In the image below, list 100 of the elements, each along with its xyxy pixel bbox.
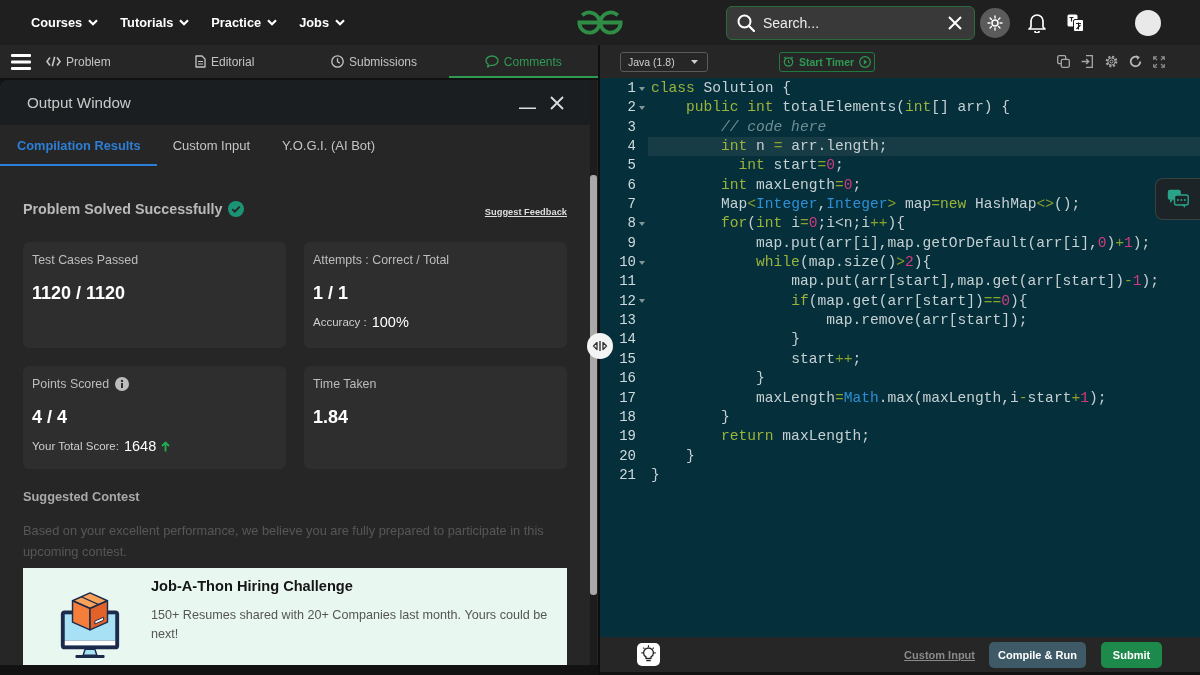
fold-caret-icon[interactable] — [639, 299, 645, 304]
document-icon — [195, 55, 206, 68]
code-line: } — [686, 447, 695, 464]
split-handle-icon[interactable] — [587, 333, 613, 359]
nav-menu[interactable]: Practice — [211, 10, 278, 35]
line-number: 6 — [626, 175, 636, 195]
sun-icon[interactable] — [980, 7, 1010, 38]
code-line: start++; — [791, 350, 862, 367]
fold-caret-icon[interactable] — [639, 260, 645, 265]
chat-bubbles-icon — [1167, 189, 1189, 209]
tab[interactable]: Editorial — [150, 45, 300, 78]
scrollbar[interactable] — [590, 80, 597, 665]
copy-icon[interactable] — [1057, 55, 1070, 68]
compile-run-button[interactable]: Compile & Run — [989, 641, 1086, 668]
avatar[interactable] — [1135, 9, 1161, 36]
fold-caret-icon[interactable] — [639, 222, 645, 227]
stat-value: 4 / 4 — [32, 406, 68, 428]
nav-menu[interactable]: Tutorials — [120, 10, 190, 35]
play-icon — [859, 55, 872, 68]
line-number: 13 — [618, 311, 636, 331]
code-line: class Solution { — [651, 80, 792, 96]
code-line: } — [651, 466, 660, 483]
tab[interactable]: Custom Input — [156, 125, 267, 166]
code-line: } — [721, 408, 730, 425]
search-icon[interactable] — [737, 13, 755, 32]
start-timer-button[interactable]: Start Timer — [779, 51, 875, 72]
menu-icon[interactable] — [11, 53, 31, 70]
expand-icon[interactable] — [1153, 55, 1165, 68]
line-number: 21 — [618, 465, 636, 485]
line-number: 11 — [618, 272, 636, 292]
alarm-clock-icon — [782, 56, 794, 67]
stat-value: 1120 / 1120 — [32, 282, 126, 304]
section-heading: Suggested Contest — [23, 488, 140, 506]
chat-button[interactable] — [1155, 178, 1200, 220]
door-arrow-icon[interactable] — [1081, 55, 1094, 68]
line-number: 3 — [626, 117, 636, 137]
line-number: 10 — [618, 253, 636, 273]
line-number: 2 — [626, 98, 636, 118]
lightbulb-icon[interactable] — [637, 643, 660, 666]
code-line: int n = arr.length; — [721, 138, 888, 155]
tab[interactable]: Comments — [448, 45, 598, 78]
contest-card[interactable]: Job-A-Thon Hiring Challenge 150+ Resumes shared with 20+ Companies last month. Yours could be next! — [23, 568, 567, 665]
contest-description: 150+ Resumes shared with 20+ Companies last month. Yours could be next! — [151, 607, 549, 643]
custom-input-link[interactable]: Custom Input — [904, 648, 975, 661]
logo-icon[interactable] — [574, 10, 626, 35]
line-number: 7 — [626, 195, 636, 215]
nav-menu[interactable]: Jobs — [299, 10, 345, 35]
search-input[interactable]: Search... — [763, 14, 940, 31]
line-number: 15 — [618, 349, 636, 369]
tab[interactable]: Problem — [40, 45, 150, 78]
refresh-icon[interactable] — [1129, 55, 1142, 68]
line-number: 18 — [618, 407, 636, 427]
language-dropdown[interactable]: Java (1.8) — [620, 51, 708, 72]
feedback-link[interactable]: Suggest Feedback — [484, 207, 567, 217]
translate-icon[interactable] — [1067, 13, 1084, 32]
line-number: 1 — [626, 79, 636, 98]
chevron-down-icon — [267, 19, 278, 26]
stat-label: Attempts : Correct / Total — [313, 252, 450, 269]
code-line: map.put(arr[start],map.get(arr[start])-1); — [791, 273, 1159, 290]
search-field[interactable]: Search... — [726, 5, 975, 40]
code-line: map.put(arr[i],map.getOrDefault(arr[i],0)+1); — [756, 234, 1151, 251]
stat-label: Points Scored — [32, 376, 110, 393]
chevron-down-icon — [335, 19, 345, 26]
close-icon[interactable] — [550, 95, 564, 110]
clock-icon — [330, 55, 344, 68]
code-line: return maxLength; — [721, 428, 870, 445]
code-line: while(map.size()>2){ — [756, 254, 932, 271]
stat-detail-label: Your Total Score: — [32, 439, 119, 454]
line-number: 5 — [626, 156, 636, 176]
stat-detail-label: Accuracy : — [313, 315, 367, 330]
chevron-down-icon — [88, 19, 99, 26]
code-line: map.remove(arr[start]); — [826, 312, 1028, 329]
nav-menu[interactable]: Courses — [31, 10, 99, 35]
submit-button[interactable]: Submit — [1101, 641, 1162, 668]
code-editor[interactable] — [600, 78, 1200, 637]
code-line: maxLength=Math.max(maxLength,i-start+1); — [756, 389, 1107, 406]
bell-icon[interactable] — [1028, 12, 1046, 33]
tab[interactable]: Submissions — [299, 45, 449, 78]
code-line: int maxLength=0; — [721, 176, 862, 193]
code-line: } — [756, 370, 765, 387]
code-line: Map<Integer,Integer> map=new HashMap<>(); — [721, 196, 1081, 213]
stat-value: 1.84 — [313, 406, 349, 428]
window-title: Output Window — [27, 94, 131, 111]
tab[interactable]: Compilation Results — [0, 125, 157, 166]
code-line: // code here — [721, 118, 827, 135]
code-line: public int totalElements(int[] arr) { — [686, 99, 1011, 116]
monitor-package-icon — [58, 591, 122, 659]
code-line: if(map.get(arr[start])==0){ — [791, 292, 1028, 309]
line-number: 14 — [618, 330, 636, 350]
fold-caret-icon[interactable] — [639, 86, 645, 91]
line-number: 9 — [626, 233, 636, 253]
line-number: 8 — [626, 214, 636, 234]
fold-caret-icon[interactable] — [639, 106, 645, 110]
contest-title: Job-A-Thon Hiring Challenge — [151, 577, 353, 596]
tab[interactable]: Y.O.G.I. (AI Bot) — [266, 125, 391, 166]
line-number: 19 — [618, 427, 636, 447]
chat-icon — [484, 55, 499, 68]
line-number: 4 — [626, 137, 636, 157]
code-line: } — [791, 331, 800, 348]
settings-icon[interactable] — [1105, 55, 1118, 68]
